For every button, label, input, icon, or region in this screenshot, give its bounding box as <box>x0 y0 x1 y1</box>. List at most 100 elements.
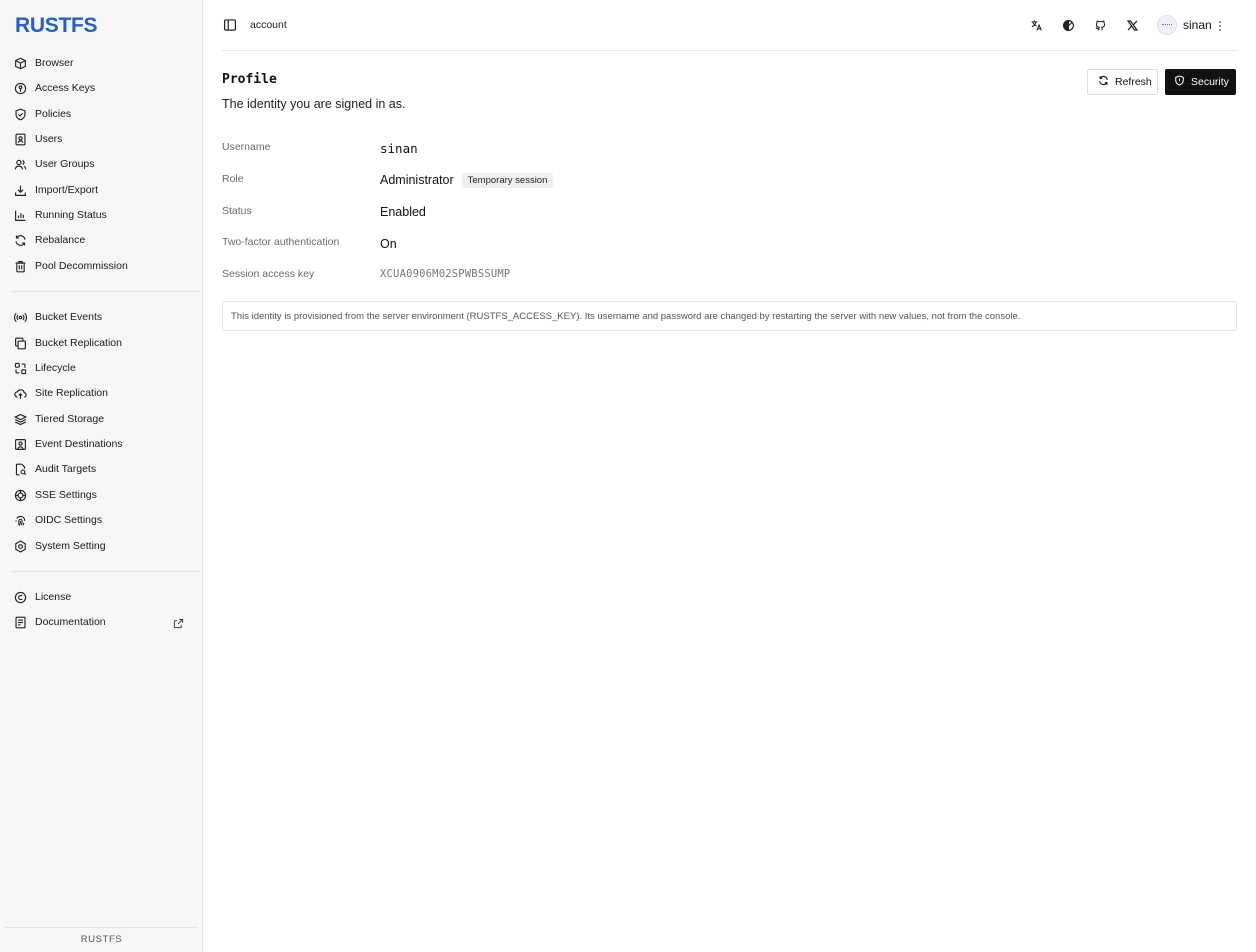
sidebar-item-policies[interactable]: Policies <box>8 102 193 126</box>
book-icon <box>13 615 27 629</box>
sidebar-item-label: Access Keys <box>35 82 96 94</box>
page-title: Profile <box>222 72 277 87</box>
github-icon[interactable] <box>1092 17 1108 33</box>
sidebar-divider <box>12 291 200 292</box>
top-bar: account sinan <box>222 0 1237 51</box>
sidebar-item-label: Tiered Storage <box>35 413 105 425</box>
avatar <box>1157 15 1177 35</box>
sidebar-item-access-keys[interactable]: Access Keys <box>8 76 193 100</box>
role-value-group: Administrator Temporary session <box>380 173 554 188</box>
sidebar-item-pool-decommission[interactable]: Pool Decommission <box>8 254 193 278</box>
sidebar-item-label: Import/Export <box>35 184 99 196</box>
sidebar-item-oidc-settings[interactable]: OIDC Settings <box>8 508 193 532</box>
sidebar-item-label: SSE Settings <box>35 489 97 501</box>
sidebar-item-user-groups[interactable]: User Groups <box>8 152 193 176</box>
provisioning-notice: This identity is provisioned from the se… <box>222 301 1237 331</box>
refresh-button-label: Refresh <box>1115 76 1152 88</box>
sidebar-divider <box>12 571 200 572</box>
sidebar-item-bucket-replication[interactable]: Bucket Replication <box>8 331 193 355</box>
sidebar-item-bucket-events[interactable]: Bucket Events <box>8 305 193 329</box>
status-value: Enabled <box>380 205 426 219</box>
security-button-label: Security <box>1191 76 1229 88</box>
sidebar-item-lifecycle[interactable]: Lifecycle <box>8 356 193 380</box>
sidebar-item-label: Bucket Replication <box>35 337 122 349</box>
page-subtitle: The identity you are signed in as. <box>222 97 406 111</box>
user-menu[interactable]: sinan <box>1157 15 1223 35</box>
session-access-key-label: Session access key <box>222 268 315 280</box>
sidebar-item-sse-settings[interactable]: SSE Settings <box>8 483 193 507</box>
sidebar-item-audit-targets[interactable]: Audit Targets <box>8 457 193 481</box>
cloud-upload-icon <box>13 386 27 400</box>
radio-icon <box>13 310 27 324</box>
copyright-icon <box>13 590 27 604</box>
sidebar-item-browser[interactable]: Browser <box>8 51 193 75</box>
sidebar-item-label: Site Replication <box>35 387 108 399</box>
app-logo[interactable]: RUSTFS <box>15 14 98 38</box>
contact-icon <box>13 437 27 451</box>
sidebar-item-import-export[interactable]: Import/Export <box>8 178 193 202</box>
refresh-button[interactable]: Refresh <box>1087 69 1158 95</box>
theme-toggle-icon[interactable] <box>1060 17 1076 33</box>
translate-icon[interactable] <box>1028 17 1044 33</box>
layers-icon <box>13 412 27 426</box>
username-value: sinan <box>380 141 418 156</box>
sidebar-item-documentation[interactable]: Documentation <box>8 610 193 634</box>
refresh-icon <box>13 233 27 247</box>
user-badge-icon <box>13 132 27 146</box>
shield-icon <box>1174 75 1185 89</box>
sidebar-item-users[interactable]: Users <box>8 127 193 151</box>
sidebar-item-label: Lifecycle <box>35 362 76 374</box>
sidebar-item-label: Pool Decommission <box>35 260 128 272</box>
sidebar-item-label: Event Destinations <box>35 438 123 450</box>
sidebar-toggle-icon[interactable] <box>223 18 237 32</box>
sidebar-item-running-status[interactable]: Running Status <box>8 203 193 227</box>
more-vertical-icon[interactable] <box>1217 19 1223 31</box>
lifecycle-icon <box>13 361 27 375</box>
sidebar-footer-divider <box>5 927 198 928</box>
sidebar-item-label: Rebalance <box>35 234 86 246</box>
bar-chart-icon <box>13 208 27 222</box>
sidebar-item-label: License <box>35 591 72 603</box>
sidebar-item-tiered-storage[interactable]: Tiered Storage <box>8 407 193 431</box>
sidebar-item-label: OIDC Settings <box>35 514 103 526</box>
file-search-icon <box>13 462 27 476</box>
breadcrumb: account <box>250 19 287 31</box>
sidebar-item-system-setting[interactable]: System Setting <box>8 534 193 558</box>
settings-icon <box>13 539 27 553</box>
sidebar-item-label: Audit Targets <box>35 463 97 475</box>
sidebar-footer: RUSTFS <box>80 934 123 945</box>
status-label: Status <box>222 205 252 217</box>
role-value: Administrator <box>380 173 454 187</box>
box-icon <box>13 56 27 70</box>
sidebar-item-site-replication[interactable]: Site Replication <box>8 381 193 405</box>
two-factor-value: On <box>380 237 397 251</box>
sidebar-item-label: User Groups <box>35 158 95 170</box>
temporary-session-badge: Temporary session <box>461 173 554 188</box>
trash-icon <box>13 259 27 273</box>
role-label: Role <box>222 173 244 185</box>
key-settings-icon <box>13 488 27 502</box>
sidebar-item-label: Bucket Events <box>35 311 103 323</box>
x-twitter-icon[interactable] <box>1124 17 1140 33</box>
sidebar-item-label: Browser <box>35 57 74 69</box>
username-label: Username <box>222 141 271 153</box>
session-access-key-value: XCUA0906M02SPWBSSUMP <box>380 268 511 280</box>
sidebar-item-label: Running Status <box>35 209 107 221</box>
sidebar-item-label: System Setting <box>35 540 106 552</box>
user-name: sinan <box>1183 18 1212 32</box>
copy-icon <box>13 336 27 350</box>
shield-check-icon <box>13 107 27 121</box>
security-button[interactable]: Security <box>1165 69 1236 95</box>
users-icon <box>13 157 27 171</box>
external-link-icon <box>173 616 184 629</box>
sidebar-item-event-destinations[interactable]: Event Destinations <box>8 432 193 456</box>
sidebar: RUSTFS Browser Access Keys Policies User… <box>0 0 203 952</box>
sidebar-item-label: Policies <box>35 108 72 120</box>
sidebar-item-label: Documentation <box>35 616 106 628</box>
key-icon <box>13 81 27 95</box>
sidebar-item-license[interactable]: License <box>8 585 193 609</box>
sidebar-item-rebalance[interactable]: Rebalance <box>8 228 193 252</box>
sidebar-item-label: Users <box>35 133 63 145</box>
two-factor-label: Two-factor authentication <box>222 236 340 248</box>
download-icon <box>13 183 27 197</box>
